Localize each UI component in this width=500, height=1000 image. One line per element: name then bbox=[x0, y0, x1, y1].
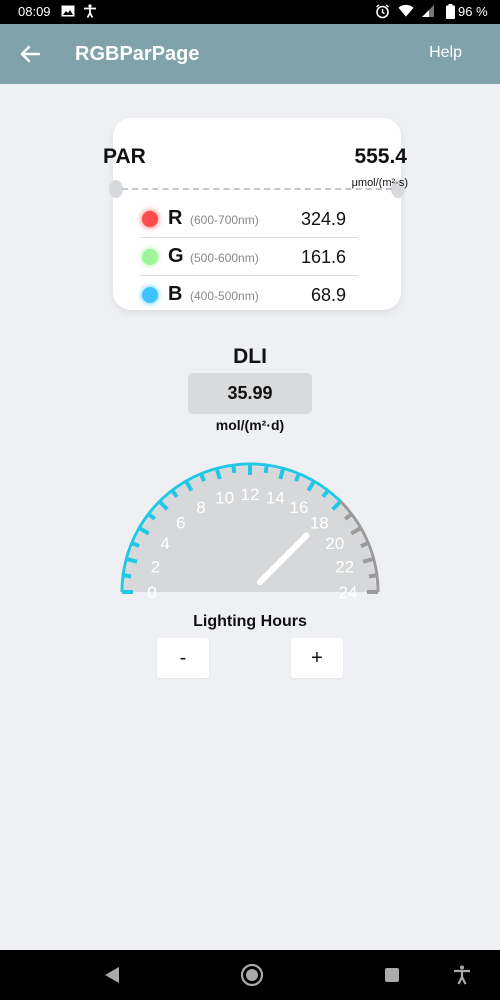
wifi-icon bbox=[398, 3, 414, 19]
row-value: 68.9 bbox=[310, 285, 346, 305]
signal-icon bbox=[420, 3, 436, 19]
row-letter: R bbox=[168, 207, 183, 229]
status-time: 08:09 bbox=[18, 4, 51, 19]
arrow-left-icon bbox=[20, 45, 40, 63]
gauge-tick-label: 24 bbox=[339, 583, 358, 600]
decrease-hours-button[interactable]: - bbox=[157, 638, 209, 678]
gauge-tick-label: 22 bbox=[335, 558, 354, 577]
navigation-bar bbox=[0, 950, 500, 1000]
triangle-back-icon bbox=[105, 967, 119, 983]
row-value: 161.6 bbox=[300, 247, 346, 267]
battery-icon bbox=[442, 3, 458, 19]
row-letter: G bbox=[168, 245, 184, 267]
gauge-tick bbox=[214, 467, 222, 480]
gauge-tick-label: 4 bbox=[160, 534, 169, 553]
lighting-hours-gauge[interactable]: 0246810 12 141618202224 bbox=[115, 450, 385, 600]
nav-accessibility-button[interactable] bbox=[450, 963, 474, 987]
par-value: 555.4 bbox=[354, 145, 407, 168]
dli-value-box: 35.99 bbox=[188, 373, 312, 414]
ticket-notch-left bbox=[109, 180, 123, 198]
par-row-blue: B (400-500nm) 68.9 bbox=[140, 276, 358, 314]
increase-hours-button[interactable]: + bbox=[291, 638, 343, 678]
gauge-tick-label: 12 bbox=[241, 485, 260, 504]
par-row-green: G (500-600nm) 161.6 bbox=[140, 238, 358, 276]
row-range: (500-600nm) bbox=[190, 251, 259, 265]
gauge-tick-label: 2 bbox=[151, 558, 160, 577]
accessibility-icon bbox=[82, 3, 98, 19]
app-bar: RGBParPage Help bbox=[0, 24, 500, 84]
gauge-tick-label: 0 bbox=[147, 583, 156, 600]
alarm-icon bbox=[374, 3, 390, 19]
gauge-tick-label: 18 bbox=[310, 514, 329, 533]
dli-unit: mol/(m²·d) bbox=[215, 417, 285, 433]
image-icon bbox=[60, 3, 76, 19]
green-dot-icon bbox=[142, 249, 158, 265]
row-value: 324.9 bbox=[300, 209, 346, 229]
row-range: (600-700nm) bbox=[190, 213, 259, 227]
nav-back-button[interactable] bbox=[100, 963, 124, 987]
gauge-tick-label: 14 bbox=[266, 488, 285, 507]
gauge-tick bbox=[362, 556, 375, 564]
gauge-tick-label: 20 bbox=[325, 534, 344, 553]
blue-dot-icon bbox=[142, 287, 158, 303]
accessibility-icon bbox=[454, 965, 470, 985]
nav-recents-button[interactable] bbox=[380, 963, 404, 987]
back-button[interactable] bbox=[14, 38, 46, 70]
page-title: RGBParPage bbox=[75, 43, 200, 65]
battery-percent: 96 % bbox=[458, 4, 488, 19]
red-dot-icon bbox=[142, 211, 158, 227]
gauge-tick bbox=[125, 556, 138, 564]
par-row-red: R (600-700nm) 324.9 bbox=[140, 200, 358, 238]
row-range: (400-500nm) bbox=[190, 289, 259, 303]
status-bar: 08:09 96 % bbox=[0, 0, 500, 24]
lighting-hours-label: Lighting Hours bbox=[193, 613, 307, 630]
gauge-tick-label: 8 bbox=[196, 498, 205, 517]
gauge-tick-label: 6 bbox=[176, 514, 185, 533]
gauge-tick-label: 10 bbox=[215, 488, 234, 507]
par-label: PAR bbox=[103, 145, 146, 168]
dli-label: DLI bbox=[233, 345, 267, 368]
square-recents-icon bbox=[385, 968, 399, 982]
nav-home-button[interactable] bbox=[240, 963, 264, 987]
row-letter: B bbox=[168, 283, 183, 305]
dashed-divider bbox=[122, 188, 392, 190]
gauge-tick-label: 16 bbox=[290, 498, 309, 517]
help-button[interactable]: Help bbox=[429, 44, 462, 62]
circle-home-icon bbox=[240, 963, 264, 987]
gauge-tick bbox=[278, 467, 286, 480]
